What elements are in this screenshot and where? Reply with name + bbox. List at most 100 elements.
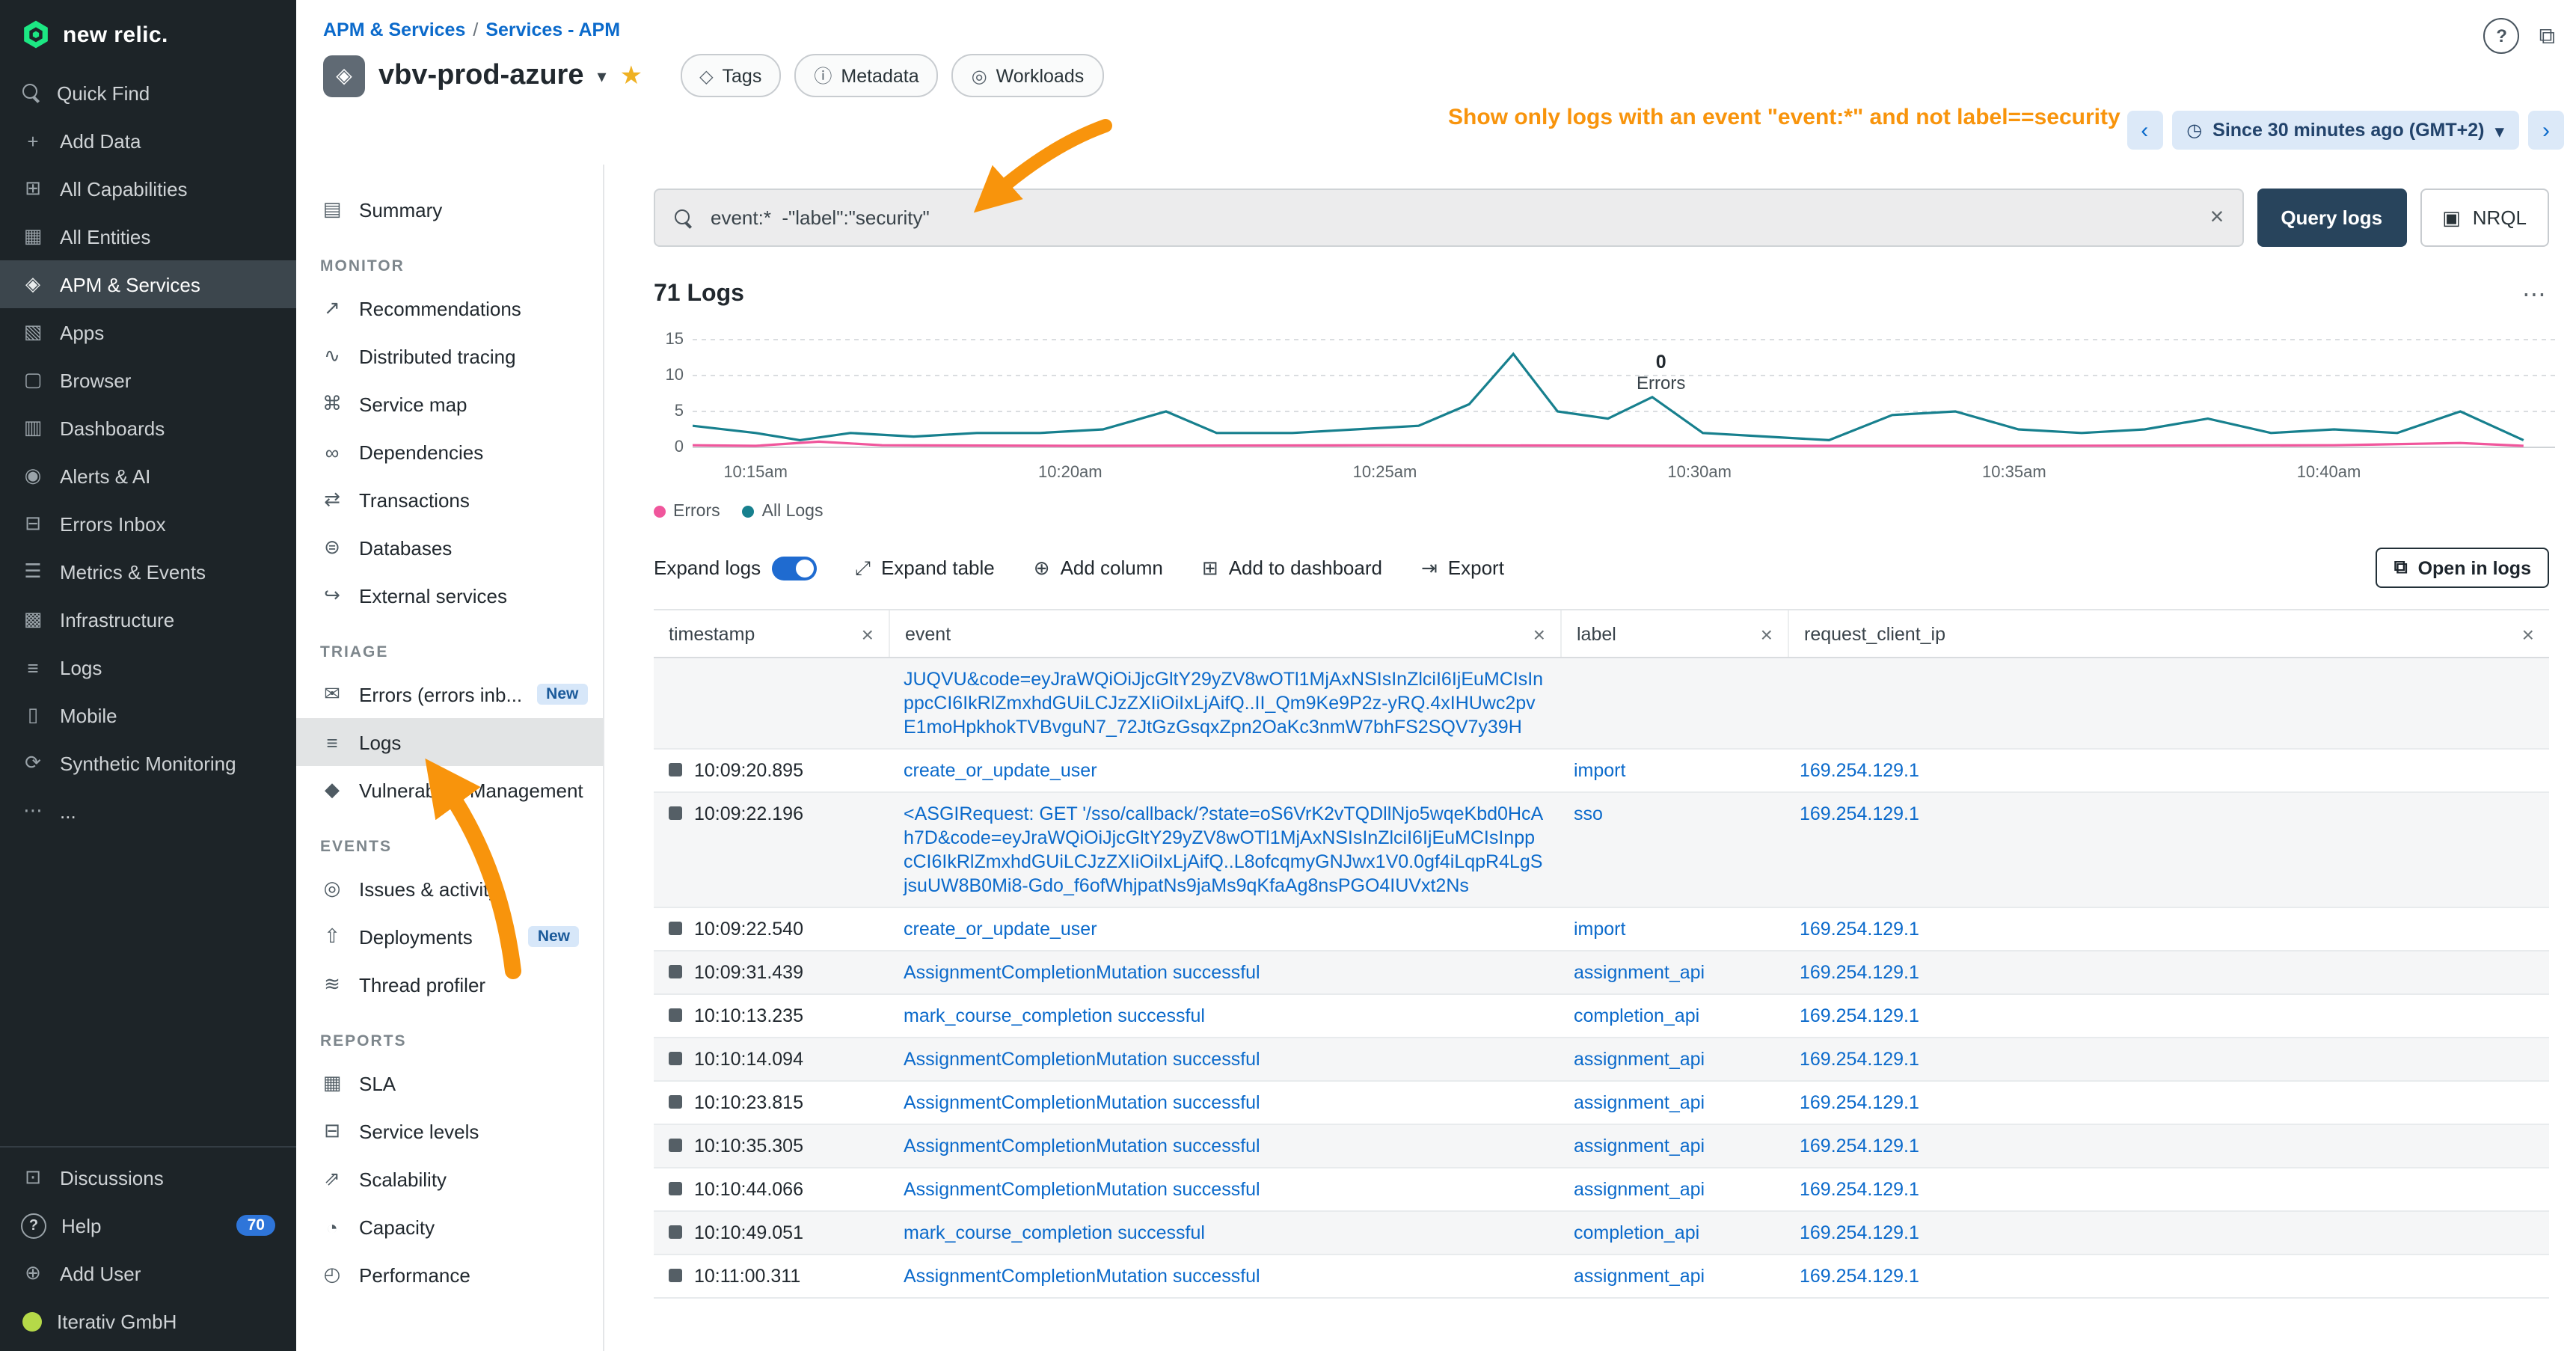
log-event-link[interactable]: AssignmentCompletionMutation successful (889, 1125, 1559, 1167)
log-expand-square-icon[interactable] (669, 806, 682, 820)
log-request-ip-link[interactable]: 169.254.129.1 (1785, 1168, 2549, 1210)
log-row[interactable]: 10:09:22.196<ASGIRequest: GET '/sso/call… (654, 793, 2549, 908)
global-nav-item-browser[interactable]: ▢Browser (0, 356, 296, 404)
entity-nav-item-service-levels[interactable]: ⊟Service levels (296, 1107, 603, 1155)
log-label-link[interactable]: assignment_api (1559, 1038, 1785, 1080)
time-range-pill[interactable]: ◷ Since 30 minutes ago (GMT+2) ▾ (2171, 111, 2519, 150)
chart-plot-area[interactable]: 0 Errors (693, 328, 2549, 459)
log-label-link[interactable]: assignment_api (1559, 1125, 1785, 1167)
global-nav-item-mobile[interactable]: ▯Mobile (0, 691, 296, 739)
remove-column-timestamp-icon[interactable]: × (850, 622, 874, 646)
log-label-link[interactable]: assignment_api (1559, 1082, 1785, 1124)
clear-query-icon[interactable]: × (2210, 204, 2224, 231)
tags-pill-button[interactable]: ◇Tags (680, 54, 781, 97)
log-expand-square-icon[interactable] (669, 1225, 682, 1239)
entity-nav-item-issues-activity[interactable]: ◎Issues & activity (296, 865, 603, 913)
log-label-link[interactable]: import (1559, 750, 1785, 791)
log-row[interactable]: 10:10:13.235mark_course_completion succe… (654, 995, 2549, 1038)
breadcrumb-link-apm-services[interactable]: APM & Services (323, 19, 465, 40)
add-column-button[interactable]: ⊕ Add column (1034, 556, 1163, 580)
entity-nav-item-logs[interactable]: ≡Logs (296, 718, 603, 766)
entity-nav-item-sla[interactable]: ▦SLA (296, 1059, 603, 1107)
workloads-pill-button[interactable]: ◎Workloads (952, 54, 1104, 97)
global-nav-item-all-capabilities[interactable]: ⊞All Capabilities (0, 165, 296, 212)
entity-nav-item-summary[interactable]: ▤Summary (296, 186, 603, 233)
log-event-link[interactable]: mark_course_completion successful (889, 995, 1559, 1037)
log-request-ip-link[interactable]: 169.254.129.1 (1785, 952, 2549, 993)
time-back-chevron-icon[interactable]: ‹ (2126, 111, 2162, 150)
help-question-icon[interactable]: ? (2484, 18, 2520, 54)
log-label-link[interactable]: assignment_api (1559, 1168, 1785, 1210)
log-request-ip-link[interactable]: 169.254.129.1 (1785, 1125, 2549, 1167)
breadcrumb-link-services-apm[interactable]: Services - APM (485, 19, 620, 40)
footer-item-iterativ-gmbh[interactable]: Iterativ GmbH (0, 1297, 296, 1345)
log-event-link[interactable]: AssignmentCompletionMutation successful (889, 1082, 1559, 1124)
log-request-ip-link[interactable]: 169.254.129.1 (1785, 1038, 2549, 1080)
log-row[interactable]: 10:10:44.066AssignmentCompletionMutation… (654, 1168, 2549, 1212)
entity-nav-item-external-services[interactable]: ↪External services (296, 572, 603, 619)
log-request-ip-link[interactable]: 169.254.129.1 (1785, 750, 2549, 791)
global-nav-item-add-data[interactable]: +Add Data (0, 117, 296, 165)
log-expand-square-icon[interactable] (669, 763, 682, 776)
entity-nav-item-deployments[interactable]: ⇧DeploymentsNew (296, 913, 603, 961)
log-expand-square-icon[interactable] (669, 1182, 682, 1195)
entity-chevron-down-icon[interactable]: ▾ (598, 65, 607, 86)
remove-column-event-icon[interactable]: × (1521, 622, 1545, 646)
time-forward-chevron-icon[interactable]: › (2528, 111, 2564, 150)
log-expand-square-icon[interactable] (669, 1139, 682, 1152)
entity-name[interactable]: vbv-prod-azure (378, 59, 584, 92)
new-relic-logo[interactable]: new relic. (0, 0, 296, 69)
open-in-logs-button[interactable]: ⧉ Open in logs (2376, 548, 2549, 588)
entity-nav-item-databases[interactable]: ⊜Databases (296, 524, 603, 572)
entity-nav-item-dependencies[interactable]: ∞Dependencies (296, 428, 603, 476)
log-label-link[interactable]: sso (1559, 793, 1785, 907)
log-request-ip-link[interactable] (1785, 658, 2549, 748)
log-event-link[interactable]: AssignmentCompletionMutation successful (889, 1168, 1559, 1210)
global-nav-item-quick-find[interactable]: Quick Find (0, 69, 296, 117)
footer-item-help[interactable]: ?Help70 (0, 1201, 296, 1249)
entity-nav-item-transactions[interactable]: ⇄Transactions (296, 476, 603, 524)
log-row[interactable]: 10:10:35.305AssignmentCompletionMutation… (654, 1125, 2549, 1168)
global-nav-item-logs[interactable]: ≡Logs (0, 643, 296, 691)
entity-nav-item-performance[interactable]: ◴Performance (296, 1251, 603, 1299)
entity-nav-item-thread-profiler[interactable]: ≋Thread profiler (296, 961, 603, 1008)
entity-nav-item-distributed-tracing[interactable]: ∿Distributed tracing (296, 332, 603, 380)
global-nav-item-all-entities[interactable]: ▦All Entities (0, 212, 296, 260)
legend-item-all-logs[interactable]: All Logs (743, 503, 824, 521)
global-nav-item-apps[interactable]: ▧Apps (0, 308, 296, 356)
remove-column-request-client-ip-icon[interactable]: × (2510, 622, 2534, 646)
entity-nav-item-service-map[interactable]: ⌘Service map (296, 380, 603, 428)
footer-item-add-user[interactable]: ⊕Add User (0, 1249, 296, 1297)
log-row[interactable]: 10:10:49.051mark_course_completion succe… (654, 1212, 2549, 1255)
log-row[interactable]: JUQVU&code=eyJraWQiOiJjcGltY29yZV8wOTl1M… (654, 658, 2549, 750)
entity-nav-item-capacity[interactable]: ◔Capacity (296, 1203, 603, 1251)
panel-menu-ellipsis-icon[interactable]: ⋯ (2522, 280, 2549, 310)
log-label-link[interactable]: assignment_api (1559, 1255, 1785, 1297)
legend-item-errors[interactable]: Errors (654, 503, 720, 521)
remove-column-label-icon[interactable]: × (1749, 622, 1773, 646)
entity-nav-item-errors-errors-inb[interactable]: ✉Errors (errors inb...New (296, 670, 603, 718)
global-nav-item-errors-inbox[interactable]: ⊟Errors Inbox (0, 500, 296, 548)
log-request-ip-link[interactable]: 169.254.129.1 (1785, 908, 2549, 950)
log-row[interactable]: 10:11:00.311AssignmentCompletionMutation… (654, 1255, 2549, 1299)
global-nav-item-metrics-events[interactable]: ☰Metrics & Events (0, 548, 296, 595)
log-expand-square-icon[interactable] (669, 922, 682, 935)
global-nav-item-apm-services[interactable]: ◈APM & Services (0, 260, 296, 308)
log-expand-square-icon[interactable] (669, 1052, 682, 1065)
log-label-link[interactable]: completion_api (1559, 1212, 1785, 1254)
log-expand-square-icon[interactable] (669, 965, 682, 978)
nrql-button[interactable]: ▣NRQL (2420, 189, 2549, 247)
export-button[interactable]: ⇥ Export (1421, 556, 1504, 580)
log-row[interactable]: 10:09:20.895create_or_update_userimport1… (654, 750, 2549, 793)
global-nav-item-item[interactable]: ⋯... (0, 787, 296, 835)
log-request-ip-link[interactable]: 169.254.129.1 (1785, 1212, 2549, 1254)
log-label-link[interactable]: import (1559, 908, 1785, 950)
log-event-link[interactable]: create_or_update_user (889, 750, 1559, 791)
log-event-link[interactable]: <ASGIRequest: GET '/sso/callback/?state=… (889, 793, 1559, 907)
log-label-link[interactable]: completion_api (1559, 995, 1785, 1037)
log-request-ip-link[interactable]: 169.254.129.1 (1785, 995, 2549, 1037)
log-event-link[interactable]: create_or_update_user (889, 908, 1559, 950)
global-nav-item-synthetic-monitoring[interactable]: ⟳Synthetic Monitoring (0, 739, 296, 787)
global-nav-item-infrastructure[interactable]: ▩Infrastructure (0, 595, 296, 643)
entity-nav-item-recommendations[interactable]: ↗Recommendations (296, 284, 603, 332)
